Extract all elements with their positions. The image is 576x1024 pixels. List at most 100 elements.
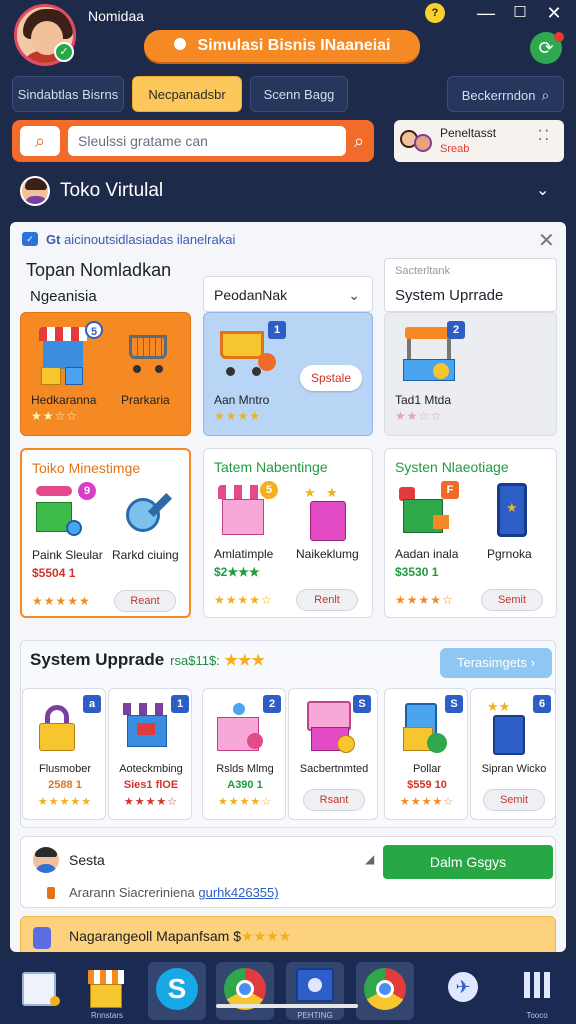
check-icon: ✓ [22, 232, 38, 246]
magnifier-icon [122, 488, 176, 542]
send-icon[interactable]: ◢ [365, 852, 374, 866]
promo-banner[interactable]: Nagarangeoll Mapanfsam $★★★★ [20, 916, 556, 952]
upgrade-box[interactable]: Sacterltank System Uprrade [384, 258, 557, 312]
apps-icon[interactable] [12, 962, 70, 1020]
tab-necpanadsbr[interactable]: Necpanadsbr [132, 76, 242, 112]
upgrade-item-1[interactable]: a Flusmober 2588 1 ★★★★★ [22, 688, 106, 820]
category-card-3[interactable]: Systen Nlaeotiage F ★ Aadan inala Pgrnok… [384, 448, 557, 618]
upgrade-title: System Uprrade [395, 287, 504, 304]
card-badge: 5 [260, 481, 278, 499]
grid-icon[interactable]: Tooco [508, 962, 566, 1020]
card-name: Hedkaranna [31, 393, 97, 407]
card-badge: 1 [268, 321, 286, 339]
store-header[interactable]: Toko Virtulal ⌄ [16, 172, 564, 212]
card-name: Prarkaria [121, 393, 170, 407]
star-rating: ★★★★☆ [399, 796, 455, 808]
item-name: Pgrnoka [487, 547, 532, 561]
shop-stall-icon [123, 703, 175, 757]
category-card-2[interactable]: Tatem Nabentinge 5 ★ ★ Amlatimple Naikek… [203, 448, 373, 618]
category-title: Tatem Nabentinge [214, 459, 328, 475]
promo-text: Nagarangeoll Mapanfsam $★★★★ [69, 928, 291, 945]
chevron-right-icon: › [530, 655, 536, 670]
item-name: Rslds Mlmg [216, 763, 274, 775]
chrome-alt-icon[interactable] [356, 962, 414, 1020]
search-input[interactable] [68, 126, 346, 156]
promo-label: Nagarangeoll Mapanfsam $ [69, 928, 241, 944]
search-icon[interactable]: ⌕ [20, 126, 60, 156]
group-avatars [400, 128, 434, 154]
star-rating: ★★★★☆ [217, 796, 273, 808]
media-label: PEHTING [297, 1011, 333, 1020]
tablet-icon [403, 703, 451, 757]
search-bar: ⌕ ⌕ [12, 120, 374, 162]
item-price: $559 10 [407, 779, 447, 791]
close-icon[interactable]: ✕ [538, 228, 555, 253]
chat-sub-text: Ararann Siacreriniena [69, 885, 195, 900]
taskbar: Rnnstars S PEHTING ✈ Tooco [0, 958, 576, 1024]
star-rating: ★★★★ [214, 409, 262, 423]
app-title: Simulasi Bisnis INaaneiai [197, 37, 391, 54]
upgrade-item-6[interactable]: ★★ 6 Sipran Wicko Semit [470, 688, 556, 820]
dot-icon [173, 38, 186, 51]
maximize-button[interactable]: ☐ [508, 2, 532, 24]
profile-card[interactable]: Peneltasst Sreab ⁚⁚ [394, 120, 564, 162]
coin-icon[interactable]: ? [425, 3, 445, 23]
featured-card-3[interactable]: 2 Tad1 Mtda ★★☆☆ [384, 312, 557, 436]
rent-button[interactable]: Semit [481, 589, 543, 611]
rent-button[interactable]: Semit [483, 789, 545, 811]
spstale-button[interactable]: Spstale [300, 365, 362, 391]
tab-simulasi[interactable]: Sindabtlas Bisrns [12, 76, 124, 112]
rent-button[interactable]: Rsant [303, 789, 365, 811]
star-rating: ★★☆☆ [395, 409, 443, 423]
item-name: Naikeklumg [296, 547, 359, 561]
shop-stall-icon [39, 327, 87, 385]
skype-icon[interactable]: S [148, 962, 206, 1020]
category-dropdown[interactable]: PeodanNak ⌄ [203, 276, 373, 312]
tab-scenn-bagg[interactable]: Scenn Bagg [250, 76, 348, 112]
chat-link[interactable]: gurhk426355) [198, 885, 278, 900]
chrome-icon[interactable] [216, 962, 274, 1020]
featured-card-1[interactable]: 5 Hedkaranna Prarkaria ★★☆☆ [20, 312, 191, 436]
tab-beckerrndon[interactable]: Beckerrndon ⌕ [447, 76, 564, 112]
upgrade-item-2[interactable]: 1 Aoteckmbing Sies1 flOE ★★★★☆ [108, 688, 192, 820]
drag-handle-icon[interactable]: ⁚⁚ [538, 128, 552, 152]
title-bar: ✓ Nomidaa ? — ☐ ✕ Simulasi Bisnis INaane… [0, 0, 576, 72]
star-rating: ★★★★☆ [395, 593, 454, 607]
item-badge: a [83, 695, 101, 713]
search-icon: ⌕ [541, 87, 550, 103]
rent-button[interactable]: Renlt [296, 589, 358, 611]
chevron-down-icon[interactable]: ⌄ [536, 180, 549, 200]
card-name: Aan Mntro [214, 393, 270, 407]
store-title: Toko Virtulal [60, 180, 164, 201]
upgrade-item-4[interactable]: S Sacbertnmted Rsant [288, 688, 378, 820]
item-name: Sacbertnmted [299, 763, 369, 775]
close-button[interactable]: ✕ [542, 2, 566, 24]
star-rating: ★★☆☆ [31, 409, 79, 423]
item-badge: S [445, 695, 463, 713]
item-badge: 6 [533, 695, 551, 713]
item-name: Pollar [412, 763, 442, 775]
item-name: Paink Sleular [32, 548, 103, 562]
store-label: Rnnstars [90, 1011, 123, 1020]
network-icon[interactable]: ✈ [434, 962, 492, 1020]
see-all-button[interactable]: Terasimgets › [440, 648, 552, 678]
featured-card-2[interactable]: 1 Spstale Aan Mntro ★★★★ [203, 312, 373, 436]
chat-avatar [33, 847, 59, 873]
card-badge: 5 [85, 321, 103, 339]
card-name: Tad1 Mtda [395, 393, 452, 407]
item-name: Flusmober [39, 763, 91, 775]
media-icon[interactable]: PEHTING [286, 962, 344, 1020]
rent-button[interactable]: Reant [114, 590, 176, 612]
store-icon[interactable]: Rnnstars [78, 962, 136, 1020]
category-card-1[interactable]: Toiko Minestimge 9 Paink Sleular Rarkd c… [20, 448, 191, 618]
chat-name: Sesta [69, 852, 105, 868]
item-name: Aadan inala [395, 547, 459, 561]
minimize-button[interactable]: — [474, 2, 498, 24]
star-rating: ★★★★★ [37, 796, 93, 808]
star-rating: ★★★★☆ [123, 796, 179, 808]
upgrade-item-5[interactable]: S Pollar $559 10 ★★★★☆ [384, 688, 468, 820]
upgrade-item-3[interactable]: 2 Rslds Mlmg A390 1 ★★★★☆ [202, 688, 286, 820]
search-submit-icon[interactable]: ⌕ [346, 126, 372, 156]
verified-icon: ✓ [54, 42, 74, 62]
chat-action-button[interactable]: Dalm Gsgys [383, 845, 553, 879]
